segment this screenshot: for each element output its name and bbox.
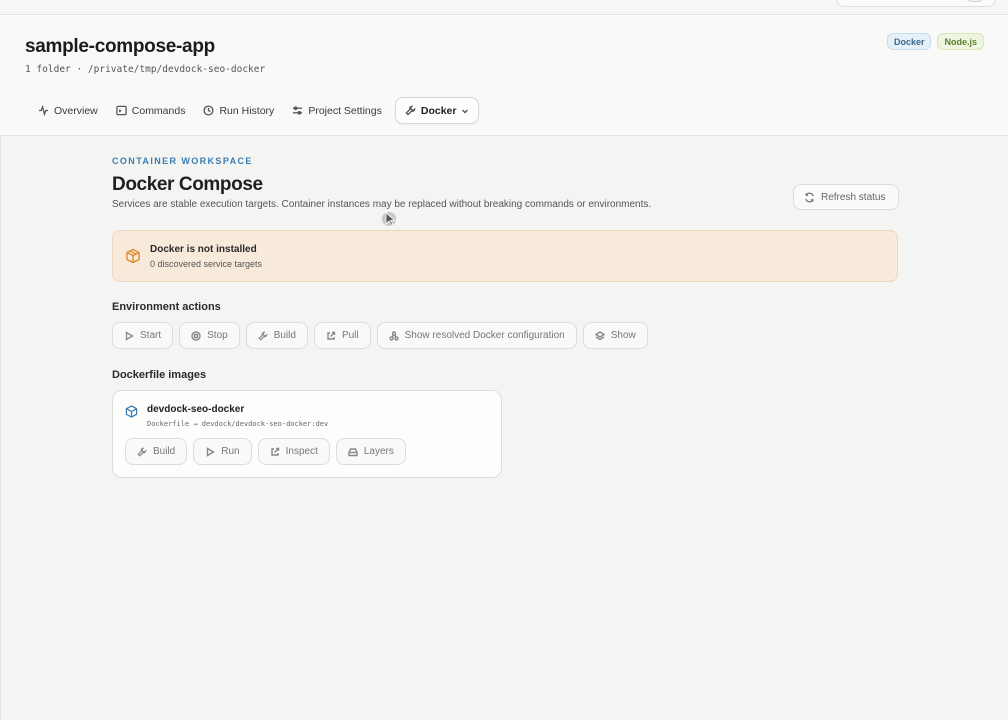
image-inspect-label: Inspect	[285, 446, 318, 457]
network-icon	[388, 330, 399, 341]
workspace-description: Services are stable execution targets. C…	[112, 199, 652, 210]
image-build-label: Build	[153, 446, 176, 457]
mouse-cursor-icon	[382, 212, 396, 227]
sliders-icon	[293, 106, 303, 115]
refresh-status-button[interactable]: Refresh status	[793, 184, 899, 210]
image-layers-label: Layers	[363, 446, 394, 457]
top-bar	[0, 0, 1008, 15]
page-title: sample-compose-app	[25, 36, 215, 57]
pull-button[interactable]: Pull	[313, 322, 371, 349]
drive-icon	[348, 447, 358, 456]
tech-badges: Docker Node.js	[886, 33, 984, 50]
cube-icon	[125, 405, 138, 418]
show-button[interactable]: Show	[582, 322, 648, 349]
tab-run-history[interactable]: Run History	[194, 97, 283, 124]
alert-subtitle: 0 discovered service targets	[150, 259, 263, 269]
image-detail: Dockerfile → devdock/devdock-seo-docker:…	[147, 420, 329, 428]
tab-label: Overview	[54, 104, 98, 117]
tab-commands[interactable]: Commands	[107, 97, 195, 124]
stop-label: Stop	[207, 330, 228, 341]
play-icon	[207, 446, 216, 457]
start-button[interactable]: Start	[112, 322, 174, 349]
dockerfile-images-heading: Dockerfile images	[112, 369, 207, 381]
build-button[interactable]: Build	[245, 322, 308, 349]
image-layers-button[interactable]: Layers	[335, 438, 406, 465]
image-actions-row: Build Run Inspect Layers	[125, 438, 406, 465]
external-link-icon	[327, 331, 336, 340]
show-label: Show	[610, 330, 636, 341]
project-tabs: Overview Commands Run History Project Se…	[29, 97, 480, 124]
package-icon	[126, 248, 140, 264]
tab-overview[interactable]: Overview	[29, 97, 107, 124]
refresh-icon	[805, 192, 814, 202]
image-run-button[interactable]: Run	[193, 438, 252, 465]
wrench-icon	[137, 447, 147, 457]
project-header: sample-compose-app 1 folder · /private/t…	[0, 15, 1008, 136]
image-build-button[interactable]: Build	[125, 438, 188, 465]
tab-docker[interactable]: Docker	[394, 97, 480, 124]
play-icon	[125, 330, 134, 341]
clock-icon	[203, 105, 214, 116]
chevron-down-icon	[462, 109, 469, 113]
stop-button[interactable]: Stop	[179, 322, 240, 349]
build-label: Build	[273, 330, 296, 341]
tab-label: Docker	[420, 104, 457, 117]
activity-icon	[38, 105, 49, 116]
divider	[0, 136, 1, 720]
wrench-icon	[405, 105, 416, 116]
wrench-icon	[258, 331, 268, 341]
project-path: 1 folder · /private/tmp/devdock-seo-dock…	[25, 64, 266, 75]
show-config-label: Show resolved Docker configuration	[404, 330, 565, 341]
nodejs-badge: Node.js	[937, 33, 984, 50]
show-config-button[interactable]: Show resolved Docker configuration	[376, 322, 577, 349]
refresh-status-label: Refresh status	[821, 191, 886, 203]
image-inspect-button[interactable]: Inspect	[257, 438, 330, 465]
pull-label: Pull	[341, 330, 359, 341]
workspace-title: Docker Compose	[112, 174, 263, 195]
section-eyebrow: CONTAINER WORKSPACE	[112, 156, 253, 166]
tab-label: Run History	[219, 104, 275, 117]
environment-actions-row: Start Stop Build Pull Show resolved Dock…	[112, 322, 648, 349]
docker-badge: Docker	[886, 33, 932, 50]
tab-label: Commands	[131, 104, 186, 117]
tab-label: Project Settings	[308, 104, 382, 117]
stop-circle-icon	[191, 330, 201, 341]
alert-title: Docker is not installed	[150, 244, 257, 255]
image-run-label: Run	[221, 446, 240, 457]
layers-icon	[594, 330, 605, 340]
start-label: Start	[140, 330, 162, 341]
dockerfile-image-card: devdock-seo-docker Dockerfile → devdock/…	[112, 390, 502, 478]
docker-status-alert: Docker is not installed 0 discovered ser…	[112, 230, 898, 282]
tab-project-settings[interactable]: Project Settings	[283, 97, 391, 124]
external-link-icon	[270, 447, 279, 456]
environment-actions-heading: Environment actions	[112, 301, 221, 313]
image-name: devdock-seo-docker	[147, 404, 245, 415]
terminal-icon	[116, 105, 127, 116]
